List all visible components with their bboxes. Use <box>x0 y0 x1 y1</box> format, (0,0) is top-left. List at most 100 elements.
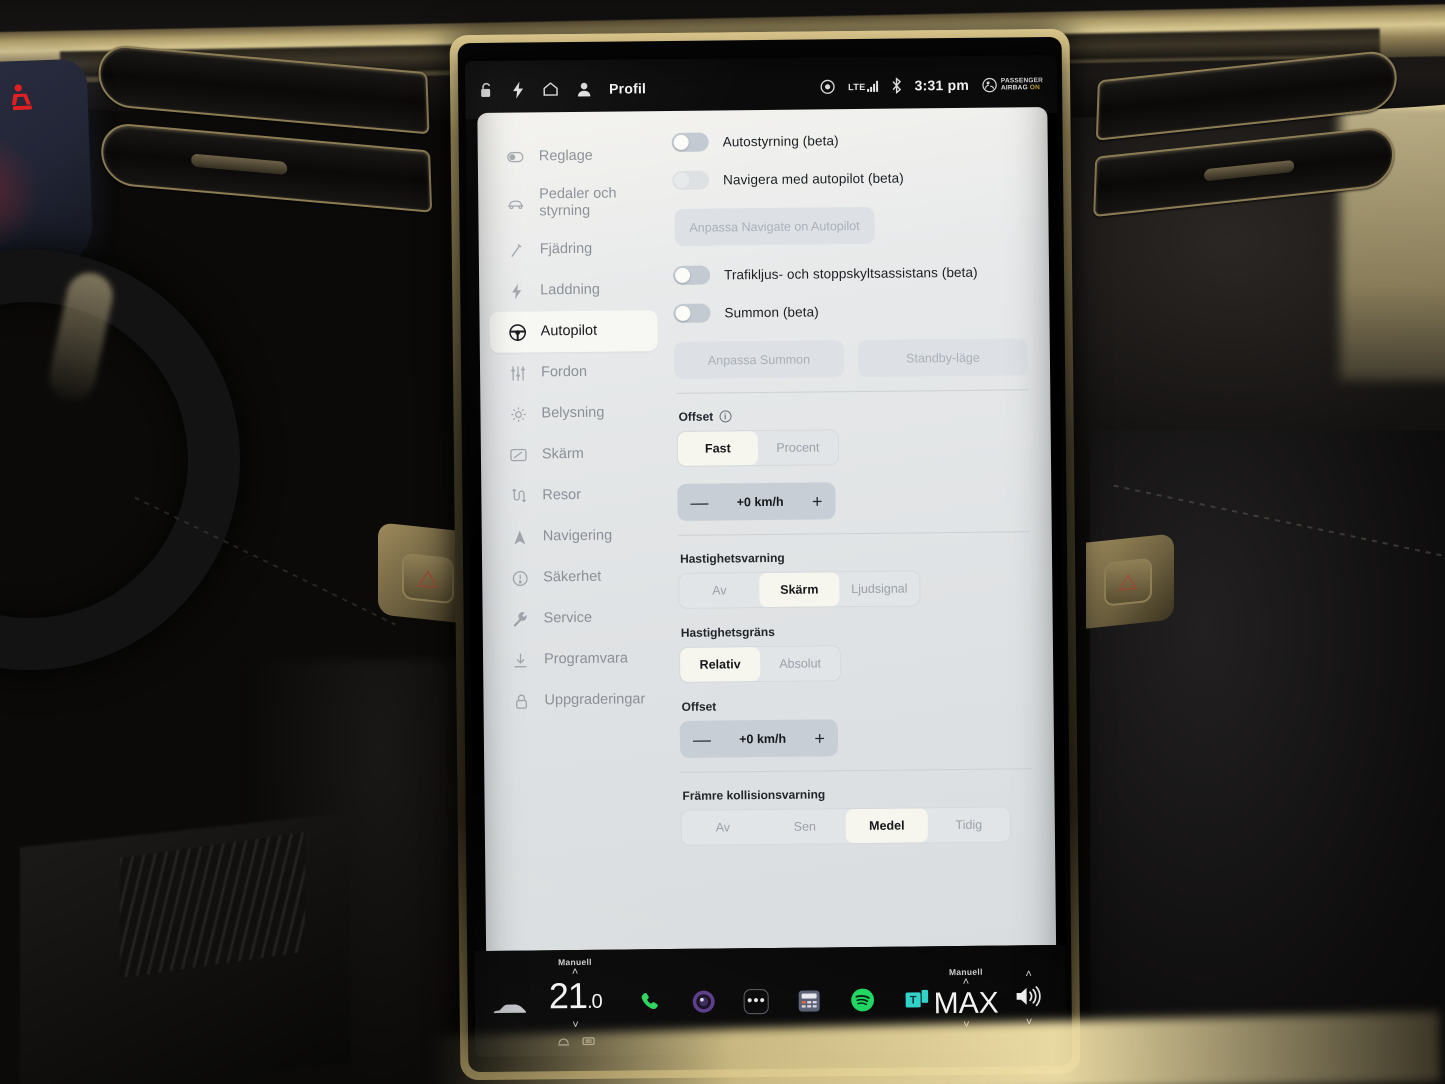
temperature-down-chevron[interactable]: ˅ <box>539 1019 612 1032</box>
wrench-icon <box>511 611 530 627</box>
summon-label: Summon (beta) <box>724 304 819 321</box>
settings-sidebar[interactable]: Reglage Pedaler och styrning Fjädring La… <box>477 111 674 951</box>
airbag-text: PASSENGER AIRBAG ON <box>1001 77 1043 92</box>
collision-option-tidig[interactable]: Tidig <box>928 807 1010 842</box>
setting-row-navigate-on-autopilot[interactable]: Navigera med autopilot (beta) <box>671 167 1026 190</box>
sidebar-item-programvara[interactable]: Programvara <box>493 638 661 681</box>
speed-warning-segmented-control[interactable]: Av Skärm Ljudsignal <box>678 570 921 609</box>
navigate-autopilot-toggle[interactable] <box>671 170 710 190</box>
sidebar-item-label: Pedaler och styrning <box>539 185 617 220</box>
more-dots-icon[interactable]: ••• <box>743 988 770 1014</box>
car-icon <box>506 198 525 209</box>
phone-icon[interactable] <box>636 988 664 1016</box>
speed-warning-option-skarm[interactable]: Skärm <box>759 572 840 608</box>
person-icon[interactable] <box>577 81 591 96</box>
trips-icon <box>509 488 528 503</box>
airbag-state: ON <box>1029 84 1041 92</box>
home-icon[interactable] <box>542 81 559 97</box>
air-vent-left[interactable] <box>97 25 433 240</box>
offset-plus-button[interactable]: + <box>812 491 823 511</box>
offset-stepper[interactable]: — +0 km/h + <box>677 482 836 521</box>
speed-limit-label: Hastighetsgräns <box>681 622 1031 640</box>
photo-scene: 50 kW <box>0 0 1445 1084</box>
summon-toggle[interactable] <box>673 303 711 323</box>
airbag-line2: AIRBAG <box>1000 84 1028 92</box>
charge-bolt-icon[interactable] <box>512 81 524 99</box>
customize-summon-button[interactable]: Anpassa Summon <box>673 340 845 379</box>
network-label: LTE <box>848 81 866 92</box>
hazard-button-right[interactable] <box>1086 533 1174 629</box>
info-icon[interactable]: i <box>719 410 732 423</box>
temperature-decimal: .0 <box>586 990 602 1013</box>
sidebar-item-sakerhet[interactable]: Säkerhet <box>492 556 660 599</box>
collision-warning-label-text: Främre kollisionsvarning <box>682 787 826 803</box>
volume-control[interactable]: ˄ ˅ <box>1005 968 1053 1028</box>
offset2-stepper[interactable]: — +0 km/h + <box>679 719 839 758</box>
traffic-light-label: Trafikljus- och stoppskyltsassistans (be… <box>723 264 978 283</box>
sidebar-item-navigering[interactable]: Navigering <box>492 515 660 558</box>
setting-row-traffic-light-stop-sign[interactable]: Trafikljus- och stoppskyltsassistans (be… <box>672 262 1027 285</box>
offset-minus-button[interactable]: — <box>690 492 708 512</box>
offset-option-fast[interactable]: Fast <box>677 431 759 466</box>
camera-lens-icon[interactable] <box>690 988 718 1016</box>
display-icon <box>509 448 528 462</box>
speed-limit-segmented-control[interactable]: Relativ Absolut <box>678 645 842 683</box>
sliders-icon <box>508 365 527 381</box>
speed-warning-option-av[interactable]: Av <box>679 573 759 608</box>
collision-option-sen[interactable]: Sen <box>764 809 846 844</box>
collision-option-av[interactable]: Av <box>682 810 764 845</box>
sidebar-item-laddning[interactable]: Laddning <box>489 269 657 312</box>
calculator-icon[interactable] <box>795 986 823 1014</box>
sidebar-item-resor[interactable]: Resor <box>491 474 659 517</box>
lock-icon[interactable] <box>479 82 494 98</box>
standby-mode-button[interactable]: Standby-läge <box>857 338 1029 378</box>
tunein-icon[interactable]: T <box>903 985 931 1013</box>
dashcam-icon[interactable] <box>820 79 835 94</box>
sidebar-item-uppgraderingar[interactable]: Uppgraderingar <box>493 679 661 722</box>
speed-limit-option-relativ[interactable]: Relativ <box>679 647 761 682</box>
app-launcher-row[interactable]: ••• T <box>636 985 931 1016</box>
sidebar-item-belysning[interactable]: Belysning <box>490 392 658 435</box>
sidebar-item-autopilot[interactable]: Autopilot <box>489 310 658 353</box>
sidebar-item-reglage[interactable]: Reglage <box>488 135 656 178</box>
offset-label-text: Offset <box>678 409 714 424</box>
autosteer-label: Autostyrning (beta) <box>722 133 839 150</box>
seatbelt-warning-icon <box>9 82 40 117</box>
autosteer-toggle[interactable] <box>671 132 709 152</box>
profile-label[interactable]: Profil <box>609 80 646 96</box>
temperature-value: 21.0 <box>538 975 612 1021</box>
hazard-triangle-icon <box>1104 557 1152 607</box>
cluster-glow <box>0 130 43 255</box>
setting-row-autosteer[interactable]: Autostyrning (beta) <box>671 129 1026 152</box>
offset2-section-label: Offset <box>682 696 1032 714</box>
offset2-minus-button[interactable]: — <box>693 729 711 749</box>
sidebar-item-fordon[interactable]: Fordon <box>490 351 658 394</box>
offset-segmented-control[interactable]: Fast Procent <box>676 429 840 467</box>
speaker-icon[interactable] <box>1005 980 1053 1017</box>
traffic-light-toggle[interactable] <box>672 265 711 285</box>
tesla-touchscreen[interactable]: Profil LTE 3:31 pm PASSENGER AIRBAG ON R… <box>464 54 1068 1058</box>
speed-limit-option-absolut[interactable]: Absolut <box>760 646 840 681</box>
air-vent-right[interactable] <box>1092 39 1398 251</box>
setting-row-summon[interactable]: Summon (beta) <box>673 300 1027 323</box>
sidebar-item-pedaler-och-styrning[interactable]: Pedaler och styrning <box>488 176 657 230</box>
spotify-icon[interactable] <box>849 986 877 1014</box>
passenger-airbag-icon <box>982 77 997 92</box>
volume-up-chevron[interactable]: ˄ <box>1005 968 1052 980</box>
offset-option-procent[interactable]: Procent <box>758 430 838 465</box>
speed-warning-option-ljudsignal[interactable]: Ljudsignal <box>839 571 919 606</box>
bluetooth-icon[interactable] <box>891 77 902 94</box>
sidebar-item-label: Skärm <box>541 445 584 463</box>
collision-option-medel[interactable]: Medel <box>845 808 929 844</box>
sidebar-item-fjadring[interactable]: Fjädring <box>489 228 657 271</box>
offset2-plus-button[interactable]: + <box>814 728 825 748</box>
offset-section-label: Offset i <box>678 406 1028 424</box>
sidebar-item-skarm[interactable]: Skärm <box>491 433 659 476</box>
sidebar-item-service[interactable]: Service <box>492 597 660 640</box>
customize-navigate-on-autopilot-button[interactable]: Anpassa Navigate on Autopilot <box>674 206 875 246</box>
divider-1 <box>676 389 1029 394</box>
fan-speed-control[interactable]: Manuell ˄ MAX ˅ <box>931 967 1002 1032</box>
car-profile-icon[interactable] <box>493 1000 527 1021</box>
toggle-icon <box>506 151 525 163</box>
collision-warning-segmented-control[interactable]: Av Sen Medel Tidig <box>680 806 1012 846</box>
